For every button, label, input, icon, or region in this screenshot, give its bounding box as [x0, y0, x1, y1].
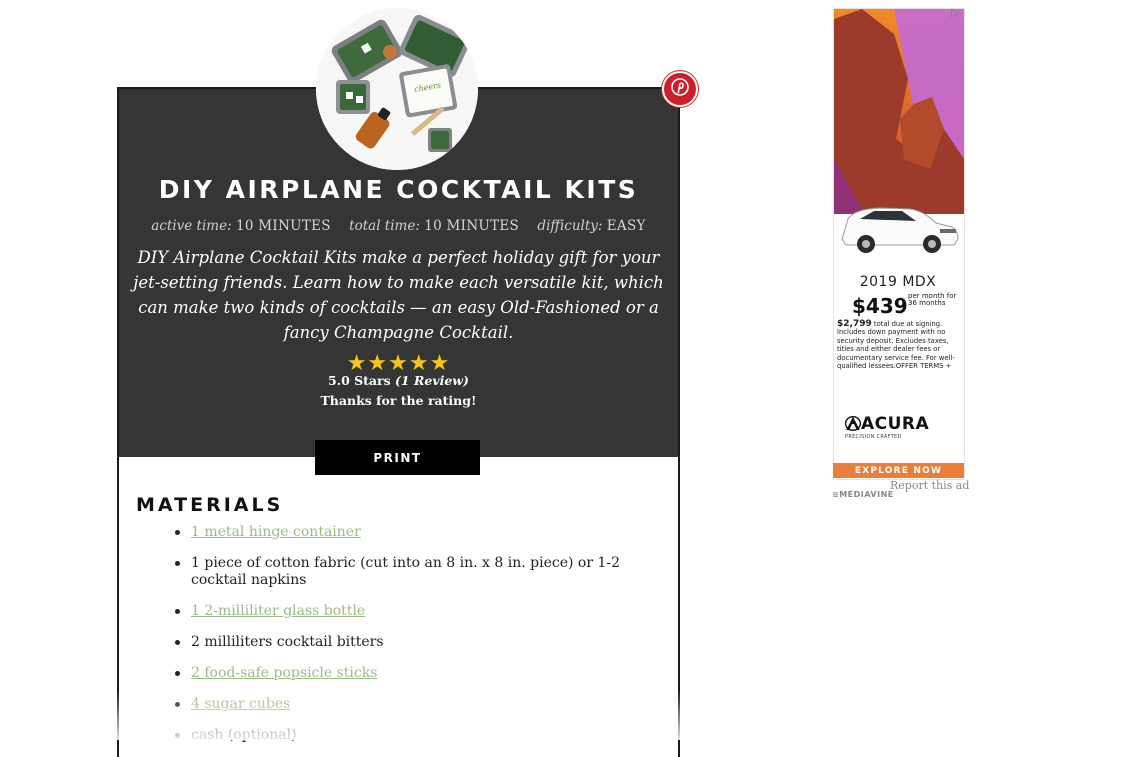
difficulty-value: EASY: [606, 218, 646, 234]
ad-model: 2019 MDX: [859, 274, 937, 290]
recipe-title: DIY AIRPLANE COCKTAIL KITS: [158, 175, 639, 204]
ad-price-row: $439: [852, 294, 908, 318]
rating-thanks: Thanks for the rating!: [320, 393, 477, 408]
active-time-label: active time:: [151, 218, 232, 234]
active-time-value: 10 MINUTES: [235, 218, 331, 234]
material-item: 2 milliliters cocktail bitters: [173, 634, 633, 651]
difficulty-label: difficulty:: [537, 218, 603, 234]
recipe-hero-image: cheers: [316, 8, 478, 170]
pinterest-save-button[interactable]: [662, 71, 698, 107]
ad-fine-text: total due at signing. Includes down paym…: [837, 320, 955, 371]
ad-brand-logo: ACURA: [844, 414, 930, 436]
rating-text: 5.0 Stars (1 Review): [117, 373, 680, 388]
report-ad-link[interactable]: Report this ad: [890, 479, 969, 492]
ad-price-terms: per month for 36 months: [908, 292, 957, 307]
ad-explore-now-button[interactable]: EXPLORE NOW: [833, 463, 964, 478]
ad-brand-name: ACURA: [861, 414, 930, 434]
print-button[interactable]: PRINT: [315, 440, 480, 475]
rating-count: (1 Review): [395, 373, 469, 388]
material-item: 1 piece of cotton fabric (cut into an 8 …: [173, 555, 633, 589]
material-item[interactable]: 2 food-safe popsicle sticks: [173, 665, 633, 682]
ad-hero-image: [834, 9, 964, 264]
ad-tagline: PRECISION CRAFTED: [845, 434, 902, 440]
material-item[interactable]: 1 2-milliliter glass bottle: [173, 603, 633, 620]
recipe-summary: DIY Airplane Cocktail Kits make a perfec…: [133, 248, 664, 342]
total-time-label: total time:: [349, 218, 420, 234]
material-item[interactable]: 1 metal hinge container: [173, 524, 633, 541]
recipe-meta: active time: 10 MINUTES total time: 10 M…: [117, 218, 680, 234]
adchoices-icon[interactable]: ▷: [951, 6, 959, 19]
total-time-value: 10 MINUTES: [424, 218, 520, 234]
material-text: 2 milliliters cocktail bitters: [191, 634, 384, 650]
material-link[interactable]: 2 food-safe popsicle sticks: [191, 665, 377, 681]
rating-value: 5.0 Stars: [328, 373, 391, 388]
ad-fine-print: $2,799 total due at signing. Includes do…: [837, 320, 959, 371]
mediavine-name: MEDIAVINE: [839, 490, 894, 499]
mediavine-logo: ≋MEDIAVINE: [832, 490, 894, 499]
pinterest-icon: [671, 78, 689, 100]
material-text: 1 piece of cotton fabric (cut into an 8 …: [191, 555, 621, 588]
ad-price: $439: [852, 294, 908, 318]
material-link[interactable]: 1 2-milliliter glass bottle: [191, 603, 365, 619]
materials-heading: MATERIALS: [136, 494, 284, 516]
material-link[interactable]: 1 metal hinge container: [191, 524, 361, 540]
acura-logo-icon: [844, 415, 862, 436]
bottom-fade-overlay: [0, 690, 1140, 740]
display-ad[interactable]: [833, 8, 965, 480]
